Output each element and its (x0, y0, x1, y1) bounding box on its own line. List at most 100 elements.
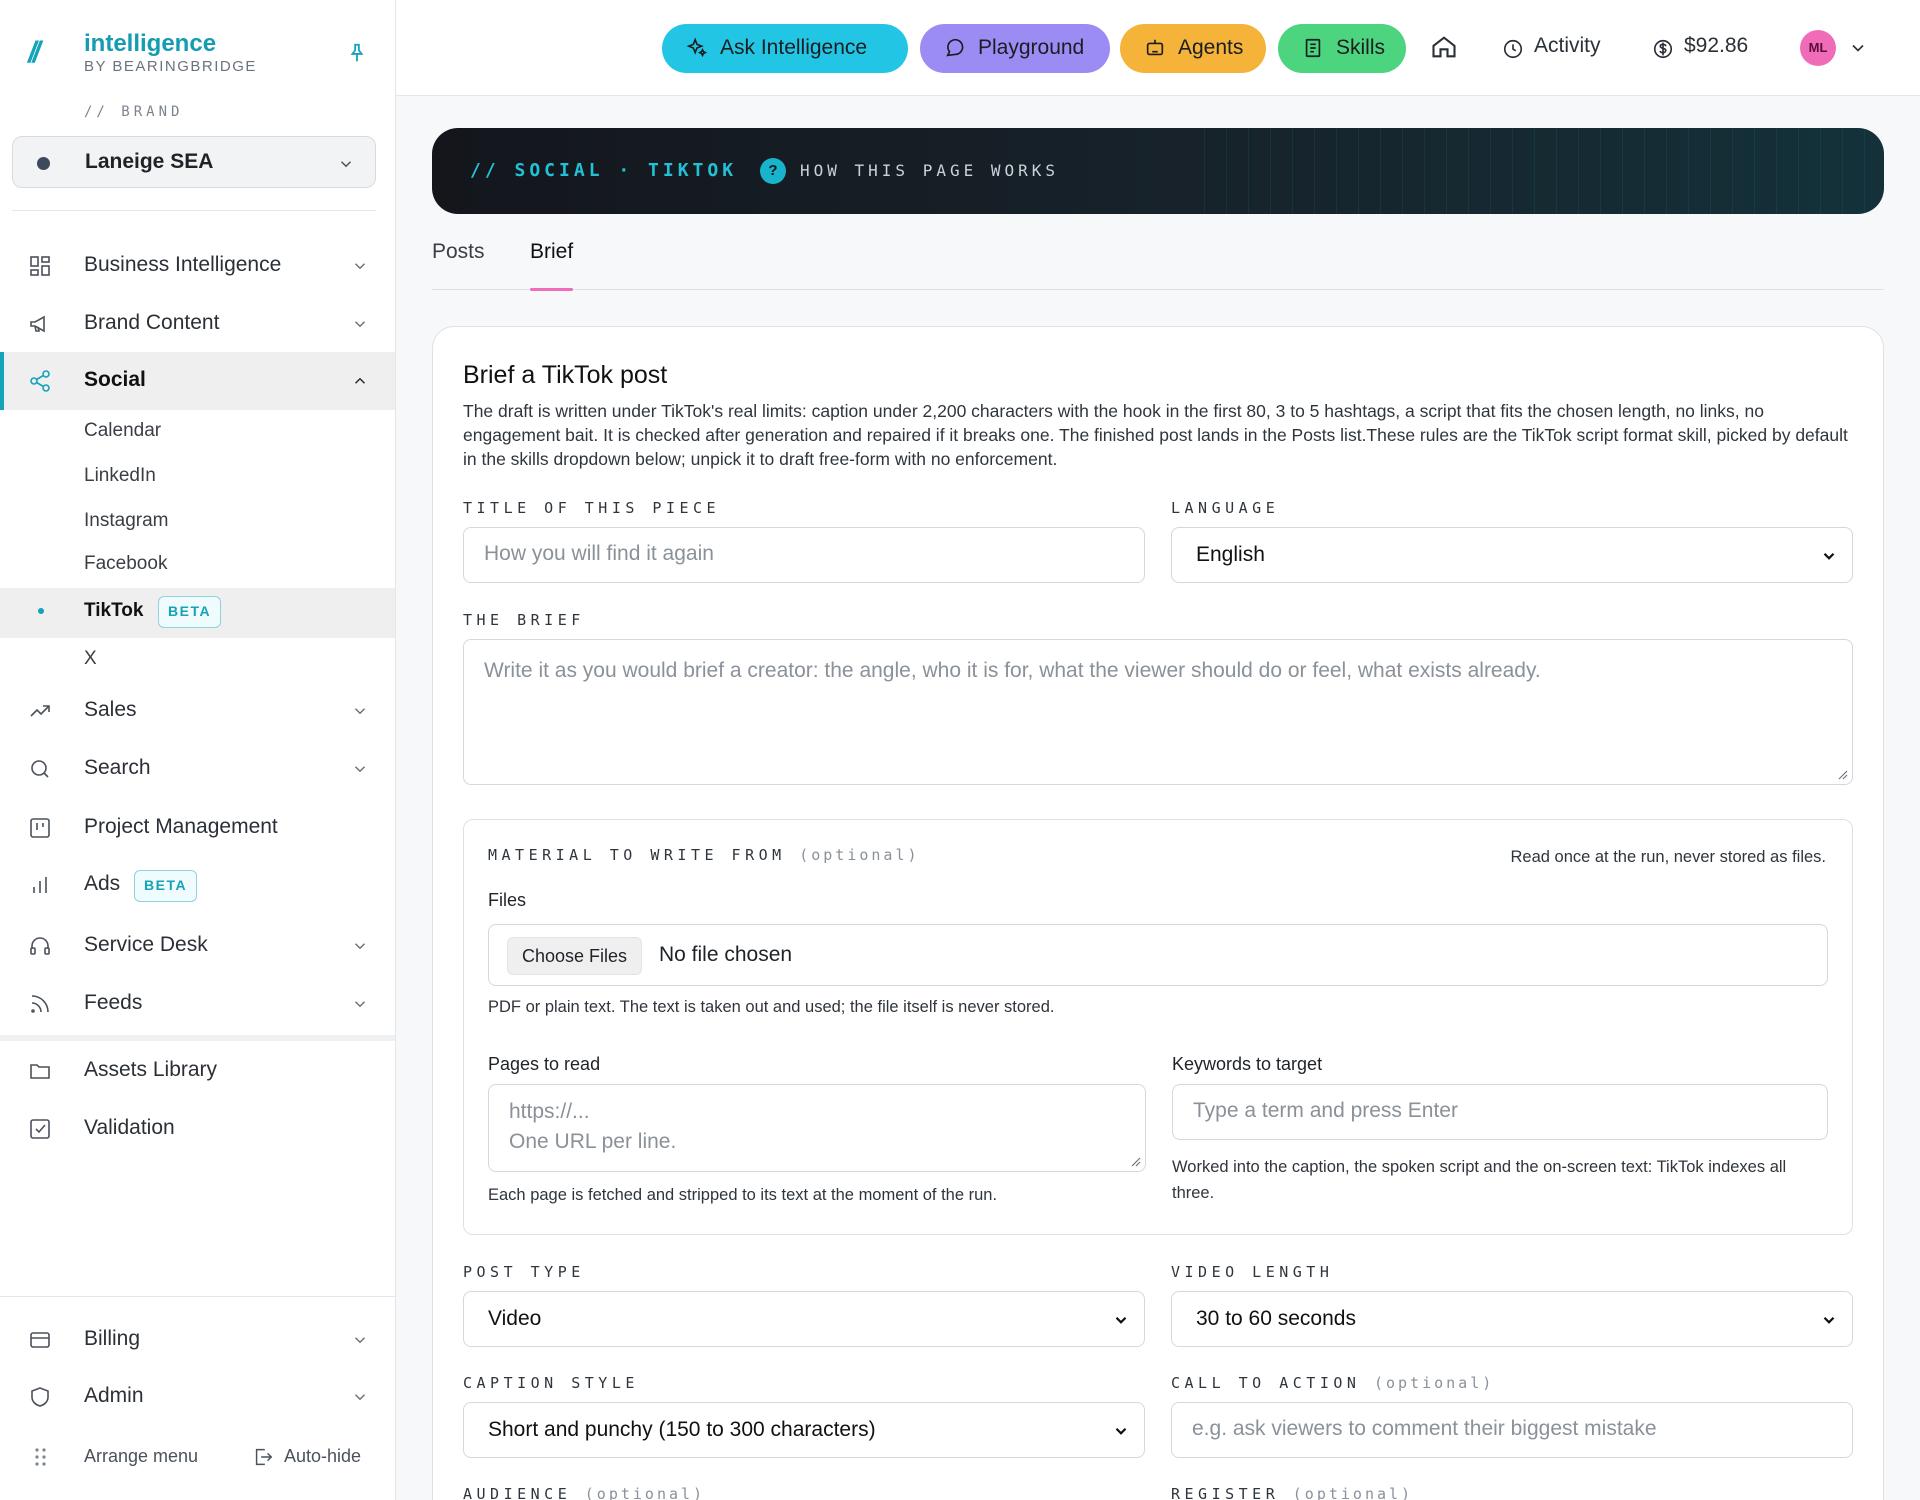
caption-style-select[interactable]: Short and punchy (150 to 300 characters) (463, 1402, 1145, 1458)
auto-hide-button[interactable]: Auto-hide (284, 1446, 361, 1467)
sidebar-item-brand-content[interactable]: Brand Content (0, 295, 395, 353)
material-section: MATERIAL TO WRITE FROM (optional) Read o… (463, 819, 1853, 1235)
pill-label: Playground (978, 36, 1085, 59)
language-field-label: LANGUAGE (1171, 499, 1280, 517)
audience-label: AUDIENCE (optional) (463, 1485, 705, 1500)
post-type-label: POST TYPE (463, 1263, 585, 1281)
title-input[interactable]: How you will find it again (463, 527, 1145, 583)
chevron-down-icon[interactable] (1848, 38, 1868, 58)
sidebar-item-social[interactable]: Social (0, 352, 395, 410)
sidebar-subitem-label: TikTok (84, 600, 144, 621)
form-title: Brief a TikTok post (463, 361, 668, 389)
sidebar-item-label: Ads (84, 872, 121, 895)
optional-tag: (optional) (1292, 1485, 1414, 1500)
breadcrumb: // SOCIAL · TIKTOK (470, 160, 738, 181)
sidebar-subitem-tiktok[interactable]: TikTok BETA (0, 588, 395, 638)
post-type-select[interactable]: Video (463, 1291, 1145, 1347)
material-label-text: MATERIAL TO WRITE FROM (488, 846, 786, 864)
caption-style-value: Short and punchy (150 to 300 characters) (488, 1418, 876, 1441)
register-label: REGISTER (optional) (1171, 1485, 1413, 1500)
resize-handle-icon[interactable] (1836, 768, 1848, 780)
sidebar-item-billing[interactable]: Billing (0, 1311, 395, 1367)
brief-textarea[interactable]: Write it as you would brief a creator: t… (463, 639, 1853, 785)
pages-placeholder-line-2: One URL per line. (509, 1130, 677, 1153)
optional-tag: (optional) (584, 1485, 706, 1500)
brand-select[interactable]: Laneige SEA (12, 136, 376, 188)
audience-label-text: AUDIENCE (463, 1485, 572, 1500)
home-icon[interactable] (1430, 33, 1458, 61)
playground-button[interactable]: Playground (920, 24, 1110, 73)
drag-handle-icon[interactable] (32, 1446, 50, 1468)
app-subtitle: BY BEARINGBRIDGE (84, 58, 257, 75)
how-this-page-works-link[interactable]: HOW THIS PAGE WORKS (800, 161, 1059, 180)
logo-mark-icon: // (28, 36, 41, 69)
sidebar-item-business-intelligence[interactable]: Business Intelligence (0, 237, 395, 295)
brand-dot-icon (37, 157, 50, 170)
tab-brief[interactable]: Brief (530, 240, 574, 291)
chevron-up-icon (354, 377, 366, 384)
chat-bubble-icon (946, 38, 964, 57)
keywords-input[interactable]: Type a term and press Enter (1172, 1084, 1828, 1140)
caption-style-label: CAPTION STYLE (463, 1374, 639, 1392)
post-type-value: Video (488, 1307, 542, 1330)
brief-form-card: Brief a TikTok post The draft is written… (432, 326, 1884, 1500)
sidebar-item-search[interactable]: Search (0, 740, 395, 798)
video-length-select[interactable]: 30 to 60 seconds (1171, 1291, 1853, 1347)
activity-link[interactable]: Activity (1502, 34, 1622, 64)
cta-input[interactable]: e.g. ask viewers to comment their bigges… (1171, 1402, 1853, 1458)
search-icon (31, 760, 49, 778)
active-dot-icon (38, 608, 44, 614)
sidebar-footer-divider (0, 1296, 395, 1297)
sidebar-item-service-desk[interactable]: Service Desk (0, 917, 395, 975)
sidebar-subitem-instagram[interactable]: Instagram (0, 498, 395, 544)
balance-link[interactable]: $92.86 (1652, 34, 1772, 64)
arrange-menu-button[interactable]: Arrange menu (84, 1446, 198, 1467)
share-icon (30, 370, 50, 392)
agents-button[interactable]: Agents (1120, 24, 1266, 73)
sidebar-subitem-linkedin[interactable]: LinkedIn (0, 453, 395, 499)
pages-textarea[interactable]: https://... One URL per line. (488, 1084, 1146, 1172)
ask-intelligence-button[interactable]: Ask Intelligence (662, 24, 908, 73)
chevron-down-icon (1115, 1316, 1127, 1324)
headset-icon (30, 937, 50, 955)
cta-label-text: CALL TO ACTION (1171, 1374, 1361, 1392)
optional-tag: (optional) (799, 846, 920, 864)
sidebar-item-ads[interactable]: Ads BETA (0, 856, 395, 914)
avatar[interactable]: ML (1800, 30, 1836, 66)
sidebar-subitem-label: Calendar (84, 420, 162, 441)
sidebar-subitem-label: Instagram (84, 510, 169, 531)
sidebar-subitem-calendar[interactable]: Calendar (0, 408, 395, 454)
resize-handle-icon[interactable] (1129, 1155, 1141, 1167)
choose-files-button[interactable]: Choose Files (507, 937, 643, 975)
top-bar: Ask Intelligence Playground Agents Skill… (396, 0, 1920, 96)
chevron-down-icon (354, 943, 366, 950)
tab-posts[interactable]: Posts (432, 240, 485, 290)
files-label: Files (488, 890, 527, 910)
app-logo[interactable]: // intelligence BY BEARINGBRIDGE (28, 28, 368, 78)
balance-value: $92.86 (1684, 34, 1749, 57)
beta-badge: BETA (158, 596, 222, 628)
pill-label: Agents (1178, 36, 1244, 59)
skills-button[interactable]: Skills (1278, 24, 1406, 73)
file-upload-field[interactable]: Choose Files No file chosen (488, 924, 1828, 986)
chevron-down-icon (354, 766, 366, 773)
sidebar-item-project-management[interactable]: Project Management (0, 799, 395, 857)
material-note: Read once at the run, never stored as fi… (1510, 848, 1826, 866)
sidebar-subitem-label: LinkedIn (84, 465, 156, 486)
sidebar-subitem-facebook[interactable]: Facebook (0, 541, 395, 587)
pin-icon[interactable] (346, 42, 368, 64)
chevron-down-icon (354, 1337, 366, 1344)
app-name: intelligence (84, 30, 217, 57)
sidebar-subitem-x[interactable]: X (0, 636, 395, 682)
sidebar-item-feeds[interactable]: Feeds (0, 975, 395, 1033)
help-icon[interactable]: ? (760, 158, 786, 184)
language-value: English (1196, 543, 1265, 566)
sidebar-item-admin[interactable]: Admin (0, 1368, 395, 1424)
sidebar-item-validation[interactable]: Validation (0, 1100, 395, 1158)
sidebar-item-sales[interactable]: Sales (0, 682, 395, 740)
sidebar-item-assets-library[interactable]: Assets Library (0, 1042, 395, 1100)
language-select[interactable]: English (1171, 527, 1853, 583)
pill-label: Ask Intelligence (720, 36, 868, 59)
clock-icon (1503, 39, 1523, 59)
video-length-label: VIDEO LENGTH (1171, 1263, 1334, 1281)
